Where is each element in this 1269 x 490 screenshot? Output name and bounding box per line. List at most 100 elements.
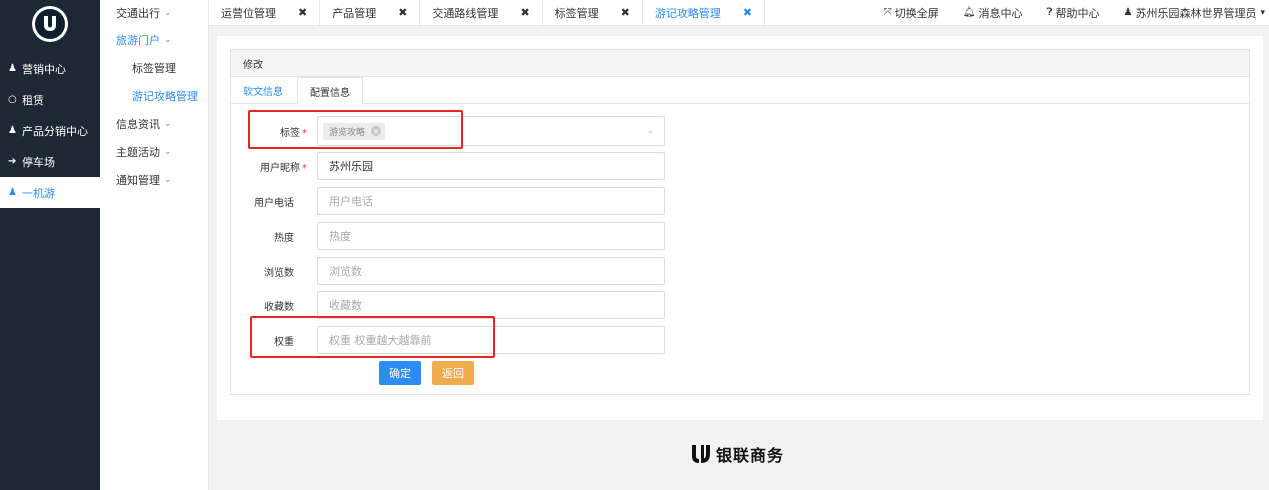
- secondary-menu: 交通出行 ⌄ 旅游门户 ⌄ 标签管理 游记攻略管理 信息资讯 ⌄ 主题活动 ⌄ …: [100, 0, 209, 490]
- main-sidebar: ♟ 营销中心 ○ 租赁 ♟ 产品分销中心 ➔ 停车场 ♟ 一机游: [0, 0, 100, 490]
- required-mark: *: [302, 127, 307, 139]
- sidebar-item-label: 停车场: [22, 155, 55, 169]
- top-tab-bar: 运营位管理 ✖ 产品管理 ✖ 交通路线管理 ✖ 标签管理 ✖ 游记攻略管理 ✖ …: [209, 0, 1269, 26]
- weight-input[interactable]: [317, 326, 665, 354]
- submenu-item-notifications[interactable]: 通知管理 ⌄: [100, 166, 208, 194]
- submenu-item-tourism-portal[interactable]: 旅游门户 ⌄: [100, 26, 208, 54]
- help-label: 帮助中心: [1055, 6, 1100, 20]
- chevron-down-icon: ⌄: [164, 175, 172, 185]
- expand-icon: ⤧: [883, 7, 892, 18]
- form-row-heat: 热度: [231, 222, 1251, 250]
- help-button[interactable]: ❓︎ 帮助中心: [1046, 5, 1099, 21]
- submenu-item-news[interactable]: 信息资讯 ⌄: [100, 110, 208, 138]
- back-button[interactable]: 返回: [432, 361, 474, 385]
- close-icon[interactable]: ✖: [520, 6, 529, 19]
- arrow-circle-icon: ➔: [8, 156, 17, 167]
- sidebar-item-rental[interactable]: ○ 租赁: [0, 84, 100, 115]
- submenu-child-label: 游记攻略管理: [132, 90, 198, 103]
- tab-traffic-routes[interactable]: 交通路线管理 ✖: [420, 0, 543, 26]
- tab-label: 标签管理: [554, 6, 599, 20]
- messages-button[interactable]: 🔔︎ 消息中心: [963, 5, 1023, 21]
- views-input[interactable]: [317, 257, 665, 285]
- ums-logo: [32, 6, 68, 42]
- form-row-nickname: 用户昵称 *: [231, 152, 1251, 180]
- sidebar-item-label: 一机游: [22, 186, 55, 200]
- messages-label: 消息中心: [978, 6, 1023, 20]
- chevron-down-icon: ⌄: [164, 8, 172, 18]
- top-right-actions: ⤧ 切换全屏 🔔︎ 消息中心 ❓︎ 帮助中心 ♟ 苏州乐园森林世界管理员 ▾: [860, 5, 1269, 21]
- favorites-label: 收藏数: [264, 301, 294, 313]
- submenu-item-activities[interactable]: 主题活动 ⌄: [100, 138, 208, 166]
- edit-panel: 修改 软文信息 配置信息 标签 * 游览攻略 × ⌄ 用户昵称 * 苏州乐园 用…: [230, 49, 1250, 395]
- content-area: 修改 软文信息 配置信息 标签 * 游览攻略 × ⌄ 用户昵称 * 苏州乐园 用…: [217, 36, 1263, 420]
- tab-tags[interactable]: 标签管理 ✖: [543, 0, 643, 26]
- confirm-button[interactable]: 确定: [379, 361, 421, 385]
- submenu-item-label: 旅游门户: [116, 34, 160, 47]
- sidebar-item-parking[interactable]: ➔ 停车场: [0, 146, 100, 177]
- phone-label: 用户电话: [254, 197, 294, 209]
- tag-label-text: 标签: [280, 127, 300, 139]
- fullscreen-label: 切换全屏: [894, 6, 939, 20]
- user-menu[interactable]: ♟ 苏州乐园森林世界管理员 ▾: [1124, 5, 1266, 21]
- tab-label: 产品管理: [332, 6, 377, 20]
- required-mark: *: [302, 162, 307, 174]
- fullscreen-button[interactable]: ⤧ 切换全屏: [884, 5, 939, 21]
- sidebar-item-distribution[interactable]: ♟ 产品分销中心: [0, 115, 100, 146]
- tag-chip: 游览攻略 ×: [323, 122, 386, 140]
- bell-icon: 🔔︎: [962, 7, 976, 18]
- remove-tag-icon[interactable]: ×: [371, 126, 382, 136]
- heat-label: 热度: [274, 232, 294, 244]
- form-row-favorites: 收藏数: [231, 291, 1251, 319]
- heat-input[interactable]: [317, 222, 665, 250]
- close-icon[interactable]: ✖: [398, 6, 407, 19]
- tag-label: 标签 *: [231, 124, 307, 139]
- ums-logo-mark: [35, 9, 65, 39]
- form-row-views: 浏览数: [231, 257, 1251, 285]
- sidebar-item-label: 营销中心: [22, 62, 66, 76]
- form-row-tag: 标签 * 游览攻略 × ⌄: [231, 116, 1251, 146]
- submenu-item-transport[interactable]: 交通出行 ⌄: [100, 0, 208, 26]
- tab-travel-guides[interactable]: 游记攻略管理 ✖: [643, 0, 766, 26]
- question-icon: ❓︎: [1046, 7, 1053, 18]
- person-icon: ♟: [8, 63, 17, 74]
- close-icon[interactable]: ✖: [621, 6, 630, 19]
- tab-article-info[interactable]: 软文信息: [231, 77, 295, 104]
- tag-select[interactable]: 游览攻略 × ⌄: [317, 116, 665, 146]
- chevron-down-icon: ⌄: [164, 119, 172, 129]
- submenu-child-travel-guide-management[interactable]: 游记攻略管理: [100, 82, 208, 110]
- brand-name: 银联商务: [716, 446, 785, 465]
- favorites-input[interactable]: [317, 291, 665, 319]
- tab-operation-slots[interactable]: 运营位管理 ✖: [209, 0, 321, 26]
- person-icon: ♟: [1123, 7, 1133, 18]
- tag-chip-label: 游览攻略: [329, 127, 366, 138]
- panel-tab-bar: 软文信息 配置信息: [231, 77, 1249, 105]
- nickname-label: 用户昵称 *: [231, 159, 307, 174]
- close-icon[interactable]: ✖: [298, 6, 307, 19]
- views-label: 浏览数: [264, 267, 294, 279]
- ums-brand-icon: [690, 443, 712, 465]
- person-icon: ♟: [8, 187, 17, 198]
- tab-config-info[interactable]: 配置信息: [297, 77, 363, 105]
- sidebar-item-marketing[interactable]: ♟ 营销中心: [0, 53, 100, 84]
- close-icon[interactable]: ✖: [743, 6, 752, 19]
- form-row-weight: 权重: [231, 326, 1251, 354]
- submenu-item-label: 主题活动: [116, 146, 160, 159]
- caret-down-icon: ▾: [1260, 7, 1265, 18]
- submenu-child-tag-management[interactable]: 标签管理: [100, 54, 208, 82]
- form-row-phone: 用户电话: [231, 187, 1251, 215]
- chevron-down-icon: ⌄: [164, 35, 172, 45]
- tab-products[interactable]: 产品管理 ✖: [320, 0, 421, 26]
- nickname-input[interactable]: [317, 152, 665, 180]
- submenu-item-label: 信息资讯: [116, 118, 160, 131]
- tab-label: 运营位管理: [221, 6, 276, 20]
- logo-area: [0, 0, 100, 48]
- person-icon: ♟: [8, 125, 17, 136]
- panel-title: 修改: [231, 50, 1249, 77]
- phone-input[interactable]: [317, 187, 665, 215]
- submenu-item-label: 交通出行: [116, 7, 160, 20]
- user-name: 苏州乐园森林世界管理员: [1135, 6, 1257, 20]
- circle-icon: ○: [8, 94, 17, 105]
- sidebar-item-label: 产品分销中心: [22, 124, 88, 138]
- sidebar-item-tour[interactable]: ♟ 一机游: [0, 177, 100, 208]
- tab-label: 交通路线管理: [432, 6, 499, 20]
